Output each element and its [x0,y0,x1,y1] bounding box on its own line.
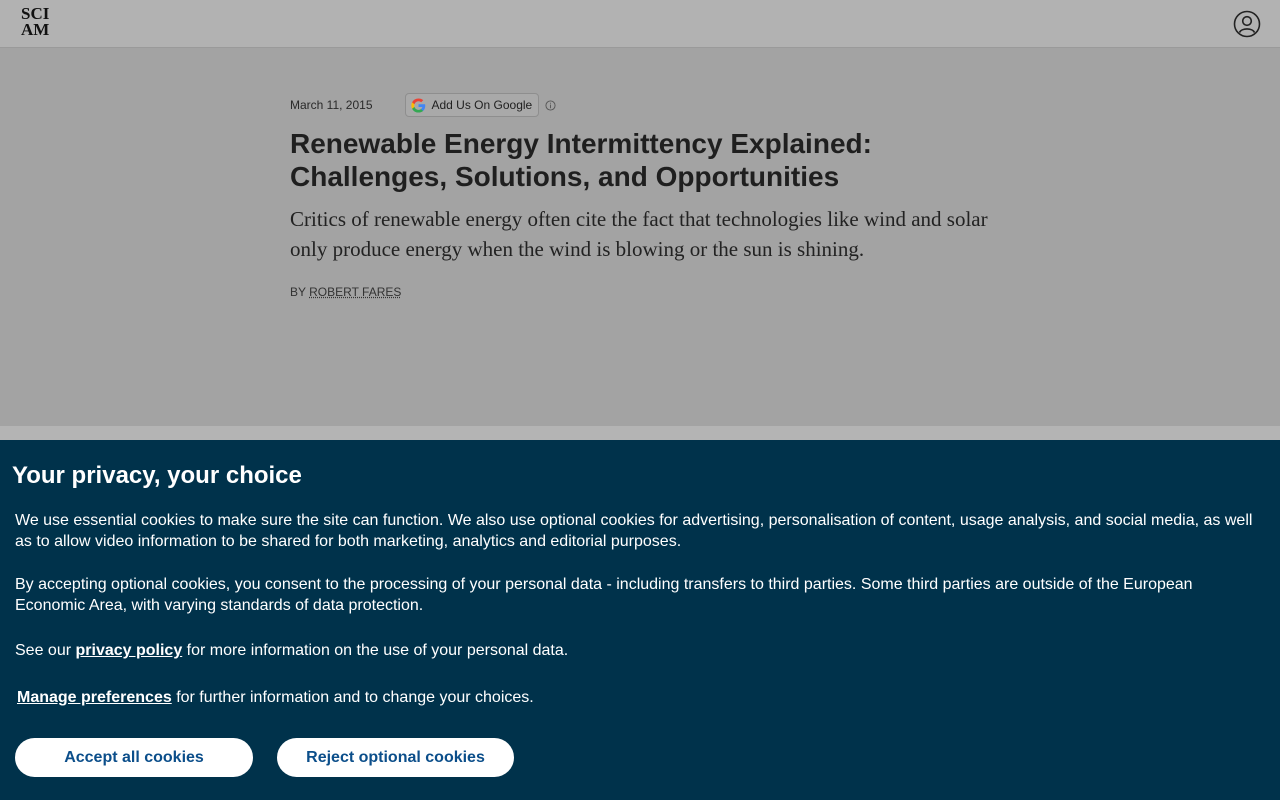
logo-line-2: AM [21,20,50,39]
cookie-paragraph-4: Manage preferences for further informati… [17,688,1267,709]
cookie-paragraph-2: By accepting optional cookies, you conse… [15,576,1193,614]
privacy-policy-link[interactable]: privacy policy [76,642,183,659]
author-link[interactable]: ROBERT FARES [309,285,401,299]
info-icon[interactable] [545,99,556,111]
cookie-paragraph-1: We use essential cookies to make sure th… [15,512,1253,550]
cookie-banner-title: Your privacy, your choice [12,462,302,489]
article-date: March 11, 2015 [290,98,373,112]
article-title: Renewable Energy Intermittency Explained… [290,128,872,192]
article-meta: March 11, 2015 Add Us On Google [290,92,556,118]
sciam-logo[interactable]: SCI AM [21,5,57,39]
google-g-icon [410,97,425,113]
manage-preferences-link[interactable]: Manage preferences [17,689,172,706]
p3-suffix: for more information on the use of your … [186,642,569,659]
byline: BY ROBERT FARES [290,285,401,299]
byline-prefix: BY [290,285,306,299]
user-circle-icon[interactable] [1233,10,1261,38]
add-us-on-google-button[interactable]: Add Us On Google [404,93,540,117]
content-strip [0,426,1280,440]
article-dek: Critics of renewable energy often cite t… [290,207,988,261]
add-us-on-google-label: Add Us On Google [431,98,533,112]
accept-all-cookies-button[interactable]: Accept all cookies [15,738,253,777]
site-header: SCI AM [0,0,1280,48]
p3-prefix: See our [15,642,72,659]
p4-suffix: for further information and to change yo… [176,689,534,706]
reject-optional-cookies-button[interactable]: Reject optional cookies [277,738,514,777]
cookie-paragraph-3: See our privacy policy for more informat… [15,641,1265,662]
cookie-banner: Your privacy, your choice We use essenti… [0,440,1280,800]
